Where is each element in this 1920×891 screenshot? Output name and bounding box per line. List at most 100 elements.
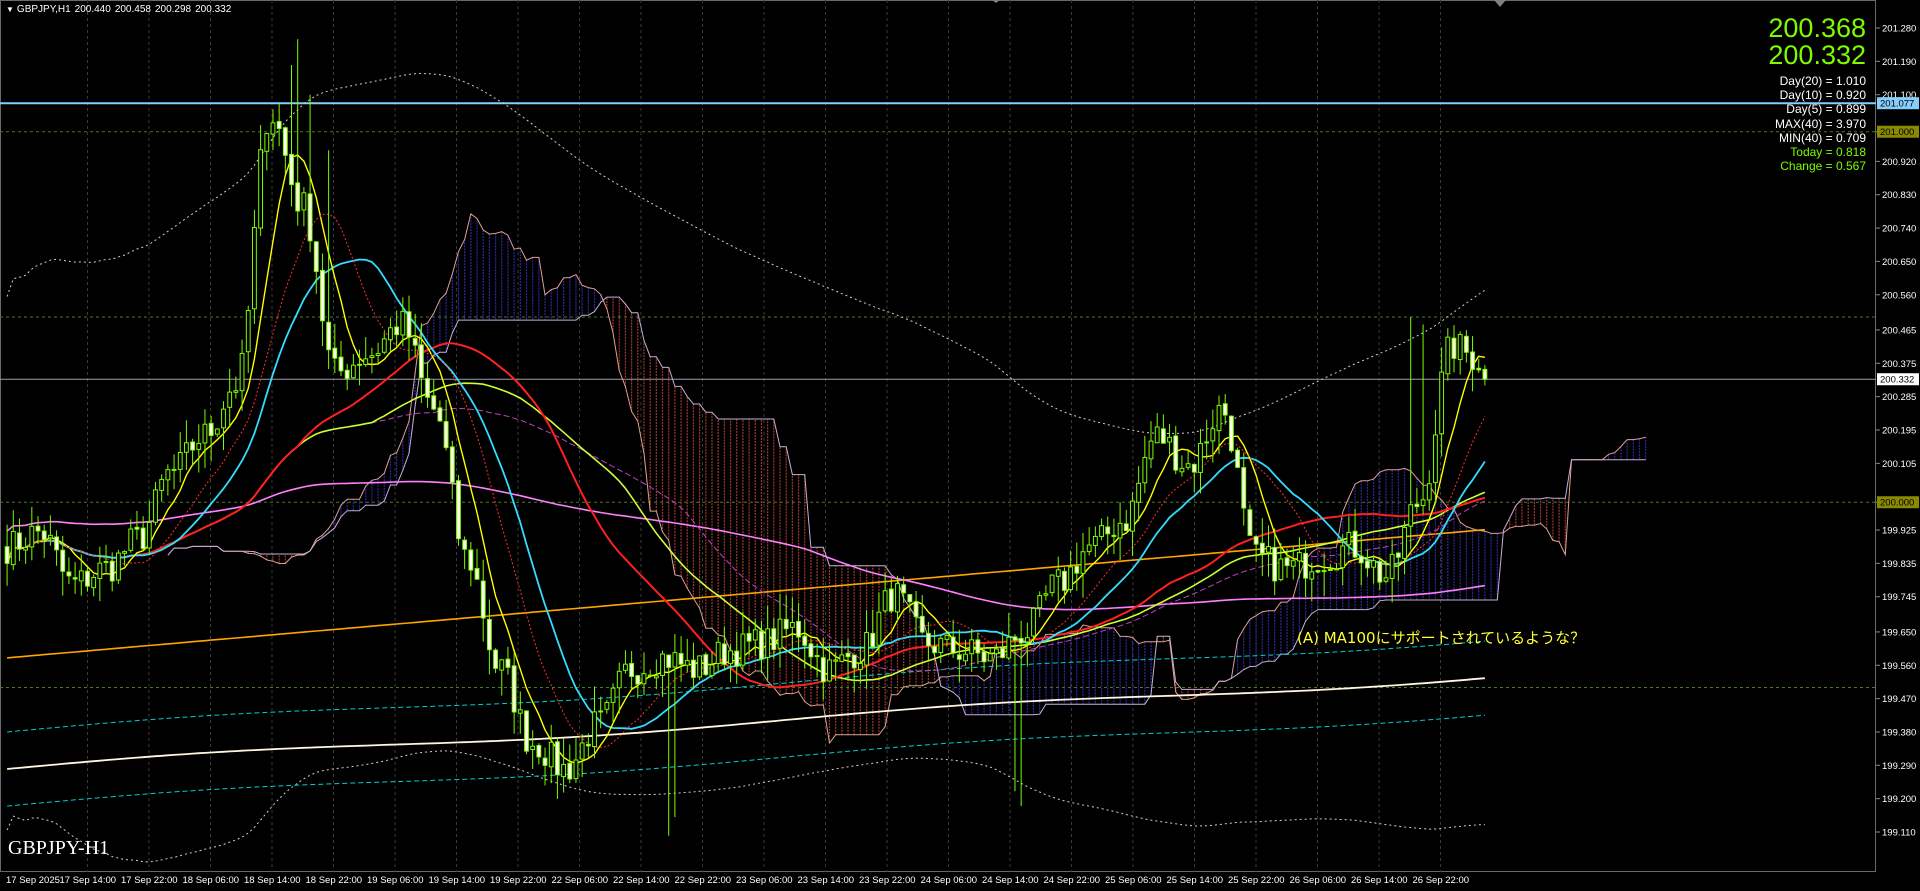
low-price: 200.298 [154,4,192,15]
candle-body [412,337,418,346]
y-tick-label: 200.465 [1882,325,1916,336]
candle-body [1018,637,1024,644]
candle-body [666,654,672,668]
stat-line: Day(20) = 1.010 [1779,74,1866,88]
candle-body [134,526,140,530]
candle-body [814,655,820,658]
candle-body [857,662,863,671]
price-chart[interactable]: 17 Sep 2025 17 Sep 14:00 17 Sep 22:00 18 Se… [0,0,1920,891]
candle-body [289,153,294,186]
candle-body [721,643,727,665]
y-tick-label: 200.740 [1882,224,1916,235]
chart-annotation: (A) MA100にサポートされているような？ [1297,629,1586,647]
y-tick-label: 200.195 [1882,426,1916,437]
candle-body [35,525,41,532]
open-price: 200.440 [74,4,111,15]
candle-body [1482,368,1488,380]
candle-body [789,622,795,628]
candle-body [678,653,684,665]
candle-body [616,670,622,689]
candle-body [1099,525,1104,537]
high-price: 200.458 [114,4,151,15]
candle-body [78,570,84,582]
x-tick-label: 18 Sep 22:00 [306,875,363,886]
y-tick-label: 201.280 [1882,24,1916,35]
x-tick-label: 19 Sep 06:00 [367,875,424,886]
y-tick-label: 199.925 [1882,526,1916,537]
x-tick-label: 18 Sep 14:00 [244,875,301,886]
x-tick-label: 23 Sep 06:00 [736,875,793,886]
candle-body [827,659,832,682]
candle-body [449,446,455,483]
candle-body [1198,442,1203,473]
candle-body [542,757,548,766]
candle-body [1228,415,1234,452]
bid-price-big: 200.368 [1768,13,1866,43]
candle-body [771,628,777,650]
candle-body [839,654,845,662]
candle-body [381,338,387,353]
stat-line: Change = 0.567 [1780,159,1866,174]
x-tick-label: 26 Sep 06:00 [1290,875,1347,886]
price-tag-label: 200.000 [1880,498,1914,509]
candle-body [1080,551,1086,574]
candle-body [183,442,189,453]
candle-body [1445,336,1451,375]
candle-body [1123,523,1129,532]
candle-body [1290,560,1296,567]
candle-body [282,127,288,156]
candle-body [715,641,721,664]
candle-body [1130,500,1135,532]
candle-body [1160,428,1166,444]
candle-body [1049,574,1055,594]
candle-body [932,645,938,653]
y-tick-label: 200.650 [1882,257,1916,268]
candle-body [833,659,839,662]
ma-long-cyan-dash-lower [7,714,1485,807]
candle-body [1352,530,1358,558]
candle-body [505,658,511,668]
candle-body [734,650,740,667]
candle-body [585,743,591,747]
candle-body [1012,636,1018,641]
range-stats: Day(20) = 1.010 Day(10) = 0.920 Day(5) = 0… [1775,74,1866,173]
candle-body [1433,434,1438,484]
dropdown-triangle-icon[interactable]: ▼ [6,5,14,14]
candle-body [1358,555,1364,564]
y-tick-label: 200.920 [1882,157,1916,168]
y-tick-label: 199.290 [1882,761,1916,772]
candle-body [783,618,789,630]
candle-body [4,546,10,564]
candle-body [1303,552,1309,579]
candle-body [851,654,857,669]
candle-body [938,637,944,654]
x-tick-label: 19 Sep 22:00 [490,875,547,886]
candle-body [604,702,610,710]
candle-body [963,653,968,662]
candle-body [808,643,814,658]
candle-body [567,762,573,780]
candle-body [573,759,579,780]
candle-body [103,561,109,564]
candle-body [221,408,226,429]
candle-body [1420,499,1426,506]
candle-body [1278,558,1284,581]
symbol-timeframe: GBPJPY,H1 [16,4,71,15]
candle-body [1266,546,1271,553]
candle-body [233,390,239,393]
candle-body [202,423,208,444]
candle-body [1296,552,1302,562]
candle-body [1167,436,1172,443]
candle-body [1204,441,1210,444]
candle-body [1216,405,1222,432]
candle-body [1371,560,1377,568]
candle-body [1463,335,1469,353]
candle-body [480,580,486,619]
chart-header: ▼ GBPJPY,H1 200.440 200.458 200.298 200.332 [6,4,235,15]
candle-body [369,355,375,358]
candle-body [462,539,468,550]
candle-body [740,633,746,666]
candle-body [981,651,987,663]
candle-body [660,653,665,676]
candle-body [1037,595,1043,609]
